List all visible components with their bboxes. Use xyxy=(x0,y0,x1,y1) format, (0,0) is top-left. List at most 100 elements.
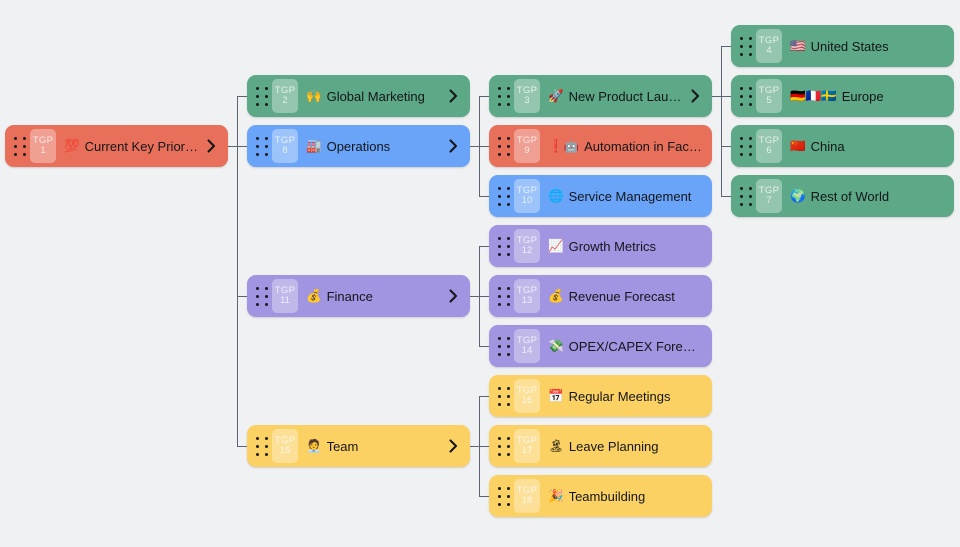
node-badge: TGP 5 xyxy=(756,79,782,113)
node-badge: TGP 12 xyxy=(514,229,540,263)
node-title: Europe xyxy=(841,88,884,104)
drag-handle-icon[interactable] xyxy=(254,136,269,156)
node-title: United States xyxy=(810,38,889,54)
node-emoji-icon: 🙌 xyxy=(306,88,322,103)
node-europe[interactable]: TGP 5 🇩🇪🇫🇷🇸🇪 Europe xyxy=(731,75,954,117)
node-badge: TGP 14 xyxy=(514,329,540,363)
node-badge: TGP 15 xyxy=(272,429,298,463)
node-badge: TGP 4 xyxy=(756,29,782,63)
node-title: OPEX/CAPEX Forecast xyxy=(568,338,702,354)
drag-handle-icon[interactable] xyxy=(12,136,27,156)
node-title: Operations xyxy=(326,138,391,154)
drag-handle-icon[interactable] xyxy=(738,136,753,156)
connector-child-stub xyxy=(237,446,247,447)
node-badge-number: 6 xyxy=(766,145,772,156)
drag-handle-icon[interactable] xyxy=(496,386,511,406)
drag-handle-icon[interactable] xyxy=(254,86,269,106)
drag-handle-icon[interactable] xyxy=(496,86,511,106)
node-service-management[interactable]: TGP 10 🌐 Service Management xyxy=(489,175,712,217)
drag-handle-icon[interactable] xyxy=(738,86,753,106)
connector-parent-stub xyxy=(228,146,237,147)
node-title: Current Key Priorities xyxy=(84,138,198,154)
connector-child-stub xyxy=(721,46,731,47)
node-badge: TGP 18 xyxy=(514,479,540,513)
node-operations[interactable]: TGP 8 🏭 Operations xyxy=(247,125,470,167)
node-china[interactable]: TGP 6 🇨🇳 China xyxy=(731,125,954,167)
connector-parent-stub xyxy=(470,446,479,447)
node-emoji-icon: 🇩🇪🇫🇷🇸🇪 xyxy=(790,88,837,103)
node-title: New Product Launch xyxy=(568,88,682,104)
chevron-right-icon[interactable] xyxy=(446,139,460,153)
node-automation-in-factory[interactable]: TGP 9 ❗🤖 Automation in Factory xyxy=(489,125,712,167)
node-title: Regular Meetings xyxy=(568,388,671,404)
node-leave-planning[interactable]: TGP 17 🏝 Leave Planning xyxy=(489,425,712,467)
node-emoji-icon: 💰 xyxy=(306,288,322,303)
drag-handle-icon[interactable] xyxy=(496,486,511,506)
node-badge: TGP 7 xyxy=(756,179,782,213)
drag-handle-icon[interactable] xyxy=(496,186,511,206)
node-badge: TGP 6 xyxy=(756,129,782,163)
node-title: China xyxy=(810,138,845,154)
drag-handle-icon[interactable] xyxy=(738,36,753,56)
node-emoji-icon: 💰 xyxy=(548,288,564,303)
node-title: Teambuilding xyxy=(568,488,646,504)
node-badge: TGP 13 xyxy=(514,279,540,313)
drag-handle-icon[interactable] xyxy=(254,436,269,456)
connector-child-stub xyxy=(479,196,489,197)
connector-trunk xyxy=(237,96,238,446)
connector-child-stub xyxy=(479,296,489,297)
node-badge-number: 10 xyxy=(521,195,533,206)
node-revenue-forecast[interactable]: TGP 13 💰 Revenue Forecast xyxy=(489,275,712,317)
node-emoji-icon: 🌐 xyxy=(548,188,564,203)
chevron-right-icon[interactable] xyxy=(204,139,218,153)
node-badge-number: 4 xyxy=(766,45,772,56)
drag-handle-icon[interactable] xyxy=(496,336,511,356)
chevron-right-icon[interactable] xyxy=(446,289,460,303)
node-badge: TGP 11 xyxy=(272,279,298,313)
node-title: Rest of World xyxy=(810,188,890,204)
connector-child-stub xyxy=(479,96,489,97)
node-emoji-icon: 🏝 xyxy=(548,438,564,453)
node-opex-capex-forecast[interactable]: TGP 14 💸 OPEX/CAPEX Forecast xyxy=(489,325,712,367)
drag-handle-icon[interactable] xyxy=(496,136,511,156)
node-emoji-icon: 💯 xyxy=(64,138,80,153)
node-badge: TGP 2 xyxy=(272,79,298,113)
drag-handle-icon[interactable] xyxy=(254,286,269,306)
drag-handle-icon[interactable] xyxy=(496,236,511,256)
node-badge: TGP 16 xyxy=(514,379,540,413)
node-title: Finance xyxy=(326,288,373,304)
connector-child-stub xyxy=(479,446,489,447)
node-new-product-launch[interactable]: TGP 3 🚀 New Product Launch xyxy=(489,75,712,117)
node-badge-number: 8 xyxy=(282,145,288,156)
chevron-right-icon[interactable] xyxy=(688,89,702,103)
node-badge-number: 18 xyxy=(521,495,533,506)
node-title: Leave Planning xyxy=(568,438,659,454)
connector-parent-stub xyxy=(470,146,479,147)
node-title: Global Marketing xyxy=(326,88,425,104)
drag-handle-icon[interactable] xyxy=(496,436,511,456)
node-team[interactable]: TGP 15 🧑‍💼 Team xyxy=(247,425,470,467)
node-teambuilding[interactable]: TGP 18 🎉 Teambuilding xyxy=(489,475,712,517)
node-regular-meetings[interactable]: TGP 16 📅 Regular Meetings xyxy=(489,375,712,417)
node-badge: TGP 8 xyxy=(272,129,298,163)
node-badge-number: 13 xyxy=(521,295,533,306)
chevron-right-icon[interactable] xyxy=(446,89,460,103)
node-badge-number: 12 xyxy=(521,245,533,256)
node-badge-number: 17 xyxy=(521,445,533,456)
node-emoji-icon: 🏭 xyxy=(306,138,322,153)
chevron-right-icon[interactable] xyxy=(446,439,460,453)
mindmap-canvas: TGP 1 💯 Current Key Priorities TGP 2 🙌 Global M… xyxy=(0,0,960,547)
drag-handle-icon[interactable] xyxy=(496,286,511,306)
node-badge-number: 7 xyxy=(766,195,772,206)
node-growth-metrics[interactable]: TGP 12 📈 Growth Metrics xyxy=(489,225,712,267)
node-rest-of-world[interactable]: TGP 7 🌍 Rest of World xyxy=(731,175,954,217)
node-root[interactable]: TGP 1 💯 Current Key Priorities xyxy=(5,125,228,167)
node-emoji-icon: 📈 xyxy=(548,238,564,253)
node-united-states[interactable]: TGP 4 🇺🇸 United States xyxy=(731,25,954,67)
drag-handle-icon[interactable] xyxy=(738,186,753,206)
node-finance[interactable]: TGP 11 💰 Finance xyxy=(247,275,470,317)
connector-child-stub xyxy=(721,96,731,97)
node-title: Revenue Forecast xyxy=(568,288,675,304)
node-badge: TGP 17 xyxy=(514,429,540,463)
node-global-marketing[interactable]: TGP 2 🙌 Global Marketing xyxy=(247,75,470,117)
